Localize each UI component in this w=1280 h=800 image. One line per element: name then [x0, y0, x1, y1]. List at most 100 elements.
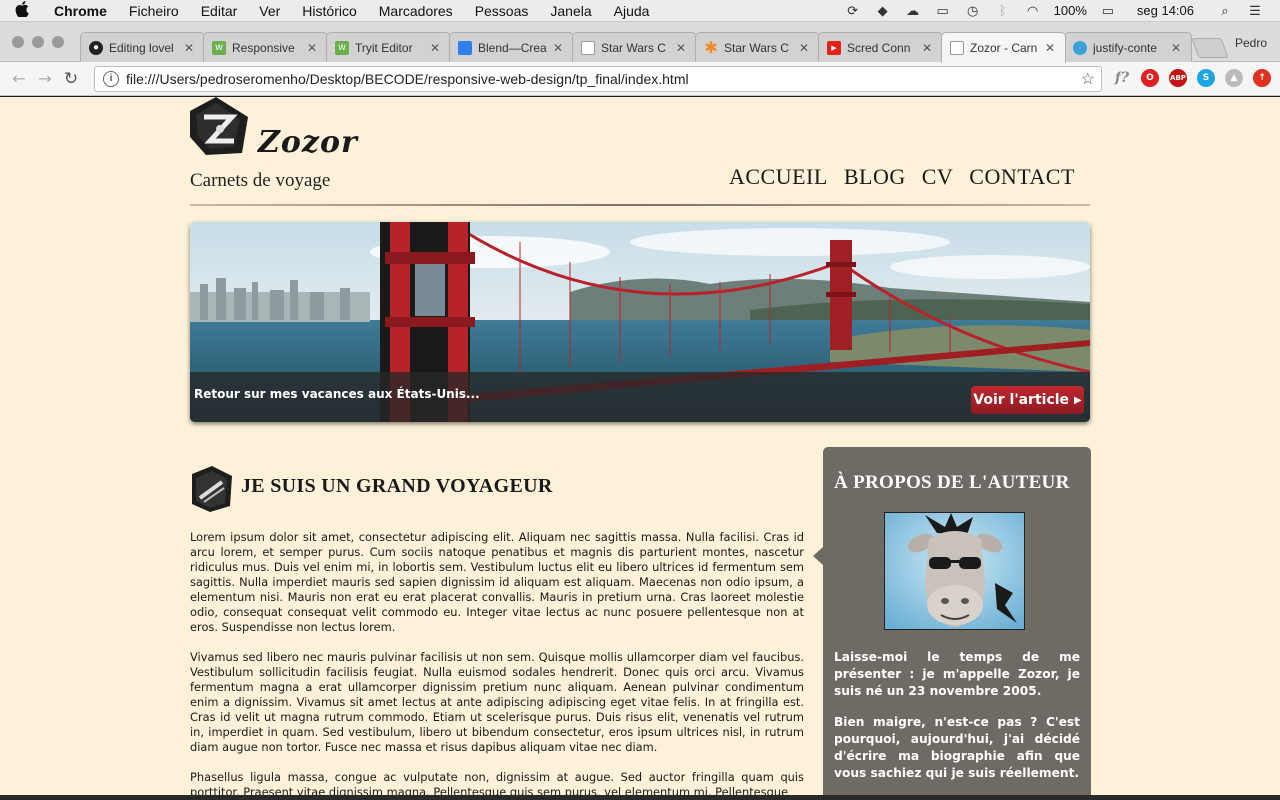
about-author-panel: À PROPOS DE L'AUTEUR Laisse-moi le temps… — [813, 447, 1091, 795]
browser-tab[interactable]: justify-conte ✕ — [1064, 32, 1192, 62]
tab-title: Scred Conn — [847, 40, 911, 55]
battery-icon[interactable]: ▭ — [1093, 3, 1123, 19]
tab-title: justify-conte — [1093, 40, 1158, 55]
read-article-label: Voir l'article — [973, 392, 1070, 408]
aside-paragraph: Laisse-moi le temps de me présenter : je… — [834, 650, 1080, 698]
tab-title: Editing lovel — [109, 40, 174, 55]
drive-extension-icon[interactable]: ▲ — [1225, 69, 1243, 87]
browser-tab-bar: ● Editing lovel ✕ w Responsive ✕ w Tryit… — [0, 22, 1280, 63]
skype-icon[interactable]: S — [1197, 69, 1215, 87]
menu-janela[interactable]: Janela — [539, 3, 602, 19]
address-bar[interactable]: i file:///Users/pedroseromenho/Desktop/B… — [94, 66, 1102, 92]
bookmark-star-icon[interactable]: ☆ — [1081, 69, 1095, 89]
browser-tab[interactable]: ● Editing lovel ✕ — [80, 32, 205, 62]
window-bottom-edge — [0, 795, 1280, 800]
zoom-window-button[interactable] — [52, 36, 64, 48]
asterisk-icon: ✱ — [704, 39, 718, 57]
minimize-window-button[interactable] — [32, 36, 44, 48]
browser-tab-active[interactable]: Zozor - Carn ✕ — [941, 32, 1066, 63]
main-navigation: ACCUEIL BLOG CV CONTACT — [729, 164, 1075, 190]
apple-icon[interactable] — [0, 0, 44, 21]
close-tab-icon[interactable]: ✕ — [428, 41, 442, 55]
close-tab-icon[interactable]: ✕ — [551, 41, 565, 55]
upload-extension-icon[interactable]: ↑ — [1253, 69, 1271, 87]
article-paragraph: Lorem ipsum dolor sit amet, consectetur … — [190, 530, 804, 634]
article-badge-icon — [190, 466, 232, 512]
browser-tab[interactable]: ▶ Scred Conn ✕ — [818, 32, 943, 62]
menu-ficheiro[interactable]: Ficheiro — [118, 3, 190, 19]
opera-extension-icon[interactable]: O — [1141, 69, 1159, 87]
page-icon — [581, 40, 595, 55]
menu-historico[interactable]: Histórico — [291, 3, 367, 19]
browser-tab[interactable]: Blend—Crea ✕ — [449, 32, 574, 62]
time-machine-icon[interactable]: ◷ — [958, 3, 988, 19]
status-area: ⟳ ◆ ☁ ▭ ◷ ᛒ ◠ 100% ▭ seg 14:06 ⌕ ☰ — [838, 3, 1280, 19]
page-icon — [950, 41, 964, 55]
blend-icon — [458, 40, 472, 55]
menu-pessoas[interactable]: Pessoas — [464, 3, 540, 19]
formula-extension-icon[interactable]: f? — [1113, 69, 1131, 87]
sync-icon[interactable]: ⟳ — [838, 3, 868, 19]
profile-button[interactable]: Pedro — [1235, 36, 1267, 50]
browser-tab[interactable]: w Tryit Editor ✕ — [326, 32, 451, 62]
menu-ajuda[interactable]: Ajuda — [603, 3, 661, 19]
info-icon[interactable]: i — [103, 71, 119, 87]
tab-title: Star Wars C — [601, 40, 666, 55]
tab-title: Star Wars C — [724, 40, 789, 55]
spotlight-search-icon[interactable]: ⌕ — [1210, 3, 1240, 19]
page-viewport: Zozor Carnets de voyage ACCUEIL BLOG CV … — [0, 97, 1280, 795]
menu-ver[interactable]: Ver — [248, 3, 291, 19]
battery-percent[interactable]: 100% — [1048, 3, 1093, 18]
browser-tab[interactable]: w Responsive ✕ — [203, 32, 328, 62]
site-name[interactable]: Zozor — [258, 125, 358, 160]
nav-link-contact[interactable]: CONTACT — [969, 164, 1075, 190]
read-article-button[interactable]: Voir l'article ▶ — [971, 386, 1084, 414]
close-tab-icon[interactable]: ✕ — [305, 41, 319, 55]
article-paragraph: Vivamus sed libero nec mauris pulvinar f… — [190, 650, 804, 754]
github-icon: ● — [89, 40, 103, 55]
tab-title: Responsive — [232, 40, 295, 55]
nav-link-cv[interactable]: CV — [922, 164, 954, 190]
close-tab-icon[interactable]: ✕ — [1043, 41, 1057, 55]
banner-caption: Retour sur mes vacances aux États-Unis..… — [190, 372, 1090, 422]
nav-link-accueil[interactable]: ACCUEIL — [729, 164, 828, 190]
aside-pointer — [813, 547, 823, 565]
menu-app-name[interactable]: Chrome — [44, 3, 118, 19]
close-tab-icon[interactable]: ✕ — [1169, 41, 1183, 55]
adblock-plus-icon[interactable]: ABP — [1169, 69, 1187, 87]
notification-center-icon[interactable]: ☰ — [1240, 3, 1270, 19]
clock[interactable]: seg 14:06 — [1123, 3, 1210, 18]
close-tab-icon[interactable]: ✕ — [182, 41, 196, 55]
bluetooth-icon[interactable]: ᛒ — [988, 3, 1018, 18]
youtube-icon: ▶ — [827, 40, 841, 55]
article-body: Lorem ipsum dolor sit amet, consectetur … — [190, 530, 804, 795]
nav-link-blog[interactable]: BLOG — [844, 164, 906, 190]
airplay-icon[interactable]: ▭ — [928, 3, 958, 19]
banner-caption-text: Retour sur mes vacances aux États-Unis..… — [194, 387, 480, 401]
menu-editar[interactable]: Editar — [190, 3, 249, 19]
cloud-icon[interactable]: ☁ — [898, 3, 928, 19]
wifi-icon[interactable]: ◠ — [1018, 3, 1048, 19]
dropbox-icon[interactable]: ◆ — [868, 3, 898, 19]
browser-tab[interactable]: Star Wars C ✕ — [572, 32, 697, 62]
menu-marcadores[interactable]: Marcadores — [368, 3, 464, 19]
forward-arrow-icon[interactable]: → — [32, 69, 58, 88]
close-tab-icon[interactable]: ✕ — [674, 41, 688, 55]
reload-icon[interactable]: ↻ — [58, 69, 84, 89]
zozor-logo-icon[interactable] — [190, 97, 248, 157]
caret-right-icon: ▶ — [1074, 394, 1082, 406]
close-window-button[interactable] — [12, 36, 24, 48]
back-arrow-icon[interactable]: ← — [6, 69, 32, 88]
css-tricks-icon — [1073, 40, 1087, 55]
new-tab-button[interactable] — [1191, 38, 1229, 58]
tryit-icon: w — [335, 40, 349, 55]
close-tab-icon[interactable]: ✕ — [920, 41, 934, 55]
address-url[interactable]: file:///Users/pedroseromenho/Desktop/BEC… — [126, 71, 689, 87]
tab-title: Tryit Editor — [355, 40, 413, 55]
browser-toolbar: ← → ↻ i file:///Users/pedroseromenho/Des… — [0, 62, 1280, 96]
browser-tab[interactable]: ✱ Star Wars C ✕ — [695, 32, 820, 62]
close-tab-icon[interactable]: ✕ — [797, 41, 811, 55]
aside-paragraph: Bien maigre, n'est-ce pas ? C'est pourqu… — [834, 715, 1080, 780]
article-paragraph: Phasellus ligula massa, congue ac vulput… — [190, 770, 804, 795]
banner: Retour sur mes vacances aux États-Unis..… — [190, 222, 1090, 422]
